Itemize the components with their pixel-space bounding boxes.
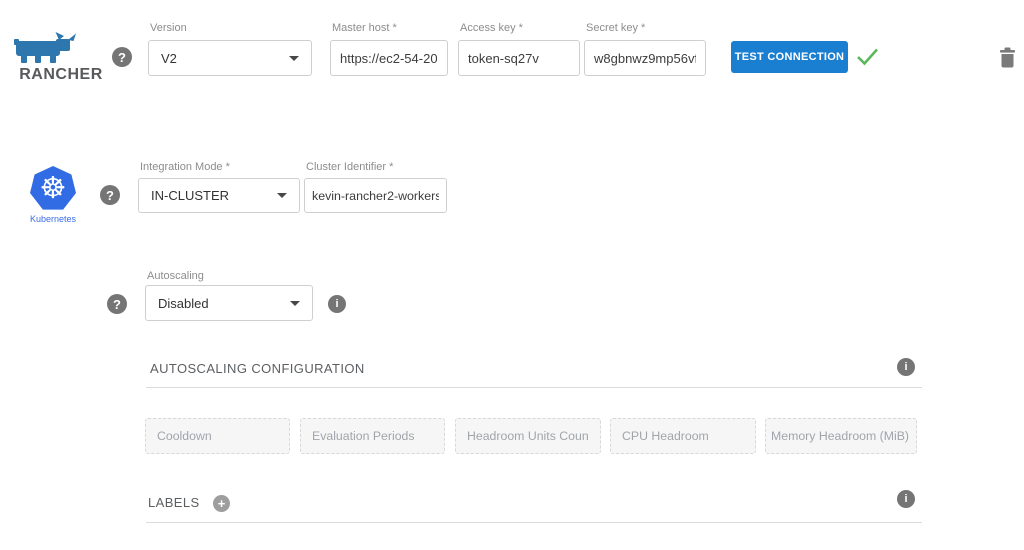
rancher-logo-text: RANCHER [14, 66, 108, 84]
rancher-logo: RANCHER [14, 30, 108, 84]
rancher-help-icon[interactable]: ? [112, 47, 132, 67]
cluster-identifier-label: Cluster Identifier * [306, 161, 393, 173]
autoscaling-info-icon[interactable]: i [328, 295, 346, 313]
secret-key-input[interactable] [584, 40, 706, 76]
labels-title: LABELS [148, 495, 200, 510]
master-host-label: Master host * [332, 22, 397, 34]
rancher-bull-icon [14, 30, 78, 64]
autoscaling-label: Autoscaling [147, 270, 204, 282]
chevron-down-icon [290, 301, 300, 306]
section-divider [146, 387, 922, 388]
cpu-headroom-input[interactable] [610, 418, 756, 454]
secret-key-label: Secret key * [586, 22, 645, 34]
integration-mode-value: IN-CLUSTER [151, 188, 229, 203]
add-label-button[interactable]: + [213, 495, 230, 512]
autoscaling-select[interactable]: Disabled [145, 285, 313, 321]
integration-mode-select[interactable]: IN-CLUSTER [138, 178, 300, 213]
chevron-down-icon [277, 193, 287, 198]
access-key-label: Access key * [460, 22, 523, 34]
access-key-input[interactable] [458, 40, 580, 76]
kubernetes-helm-icon: ☸ [30, 166, 76, 211]
test-connection-button[interactable]: TEST CONNECTION [731, 41, 848, 73]
autoscaling-help-icon[interactable]: ? [107, 294, 127, 314]
version-select[interactable]: V2 [148, 40, 312, 76]
connection-success-check-icon [856, 47, 879, 66]
integration-settings-page: RANCHER ? Version V2 Master host * Acces… [0, 0, 1024, 550]
autoscaling-configuration-info-icon[interactable]: i [897, 358, 915, 376]
delete-integration-trash-icon[interactable] [999, 47, 1016, 68]
integration-mode-label: Integration Mode * [140, 161, 230, 173]
version-label: Version [150, 22, 187, 34]
kubernetes-logo: ☸ Kubernetes [22, 166, 84, 224]
chevron-down-icon [289, 56, 299, 61]
section-divider [146, 522, 922, 523]
master-host-input[interactable] [330, 40, 448, 76]
autoscaling-value: Disabled [158, 296, 209, 311]
cooldown-input[interactable] [145, 418, 290, 454]
kubernetes-logo-text: Kubernetes [22, 214, 84, 224]
evaluation-periods-input[interactable] [300, 418, 445, 454]
cluster-identifier-input[interactable] [304, 178, 447, 213]
autoscaling-configuration-title: AUTOSCALING CONFIGURATION [150, 361, 365, 376]
headroom-units-count-input[interactable] [455, 418, 601, 454]
labels-info-icon[interactable]: i [897, 490, 915, 508]
version-value: V2 [161, 51, 177, 66]
kubernetes-help-icon[interactable]: ? [100, 185, 120, 205]
memory-headroom-input[interactable] [765, 418, 917, 454]
